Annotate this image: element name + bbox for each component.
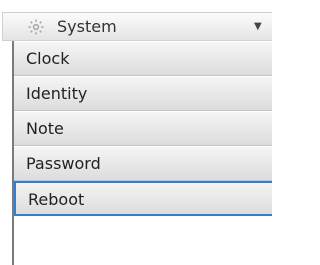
menu-item-identity[interactable]: Identity	[14, 76, 272, 111]
chevron-down-icon[interactable]: ▼	[254, 21, 262, 33]
system-menu-header[interactable]: System ▼	[2, 12, 272, 41]
menu-item-label: Reboot	[28, 190, 85, 209]
menu-item-label: Identity	[26, 84, 88, 103]
system-menu-title: System	[57, 17, 117, 36]
menu-item-reboot[interactable]: Reboot	[14, 181, 272, 216]
settings-panel: System ▼ Clock Identity Note Password Re…	[0, 0, 272, 265]
menu-item-label: Note	[26, 119, 64, 138]
menu-item-password[interactable]: Password	[14, 146, 272, 181]
menu-item-label: Password	[26, 154, 101, 173]
system-submenu: Clock Identity Note Password Reboot	[12, 41, 272, 265]
menu-item-clock[interactable]: Clock	[14, 41, 272, 76]
gear-icon	[27, 18, 45, 36]
menu-item-label: Clock	[26, 49, 70, 68]
menu-item-note[interactable]: Note	[14, 111, 272, 146]
